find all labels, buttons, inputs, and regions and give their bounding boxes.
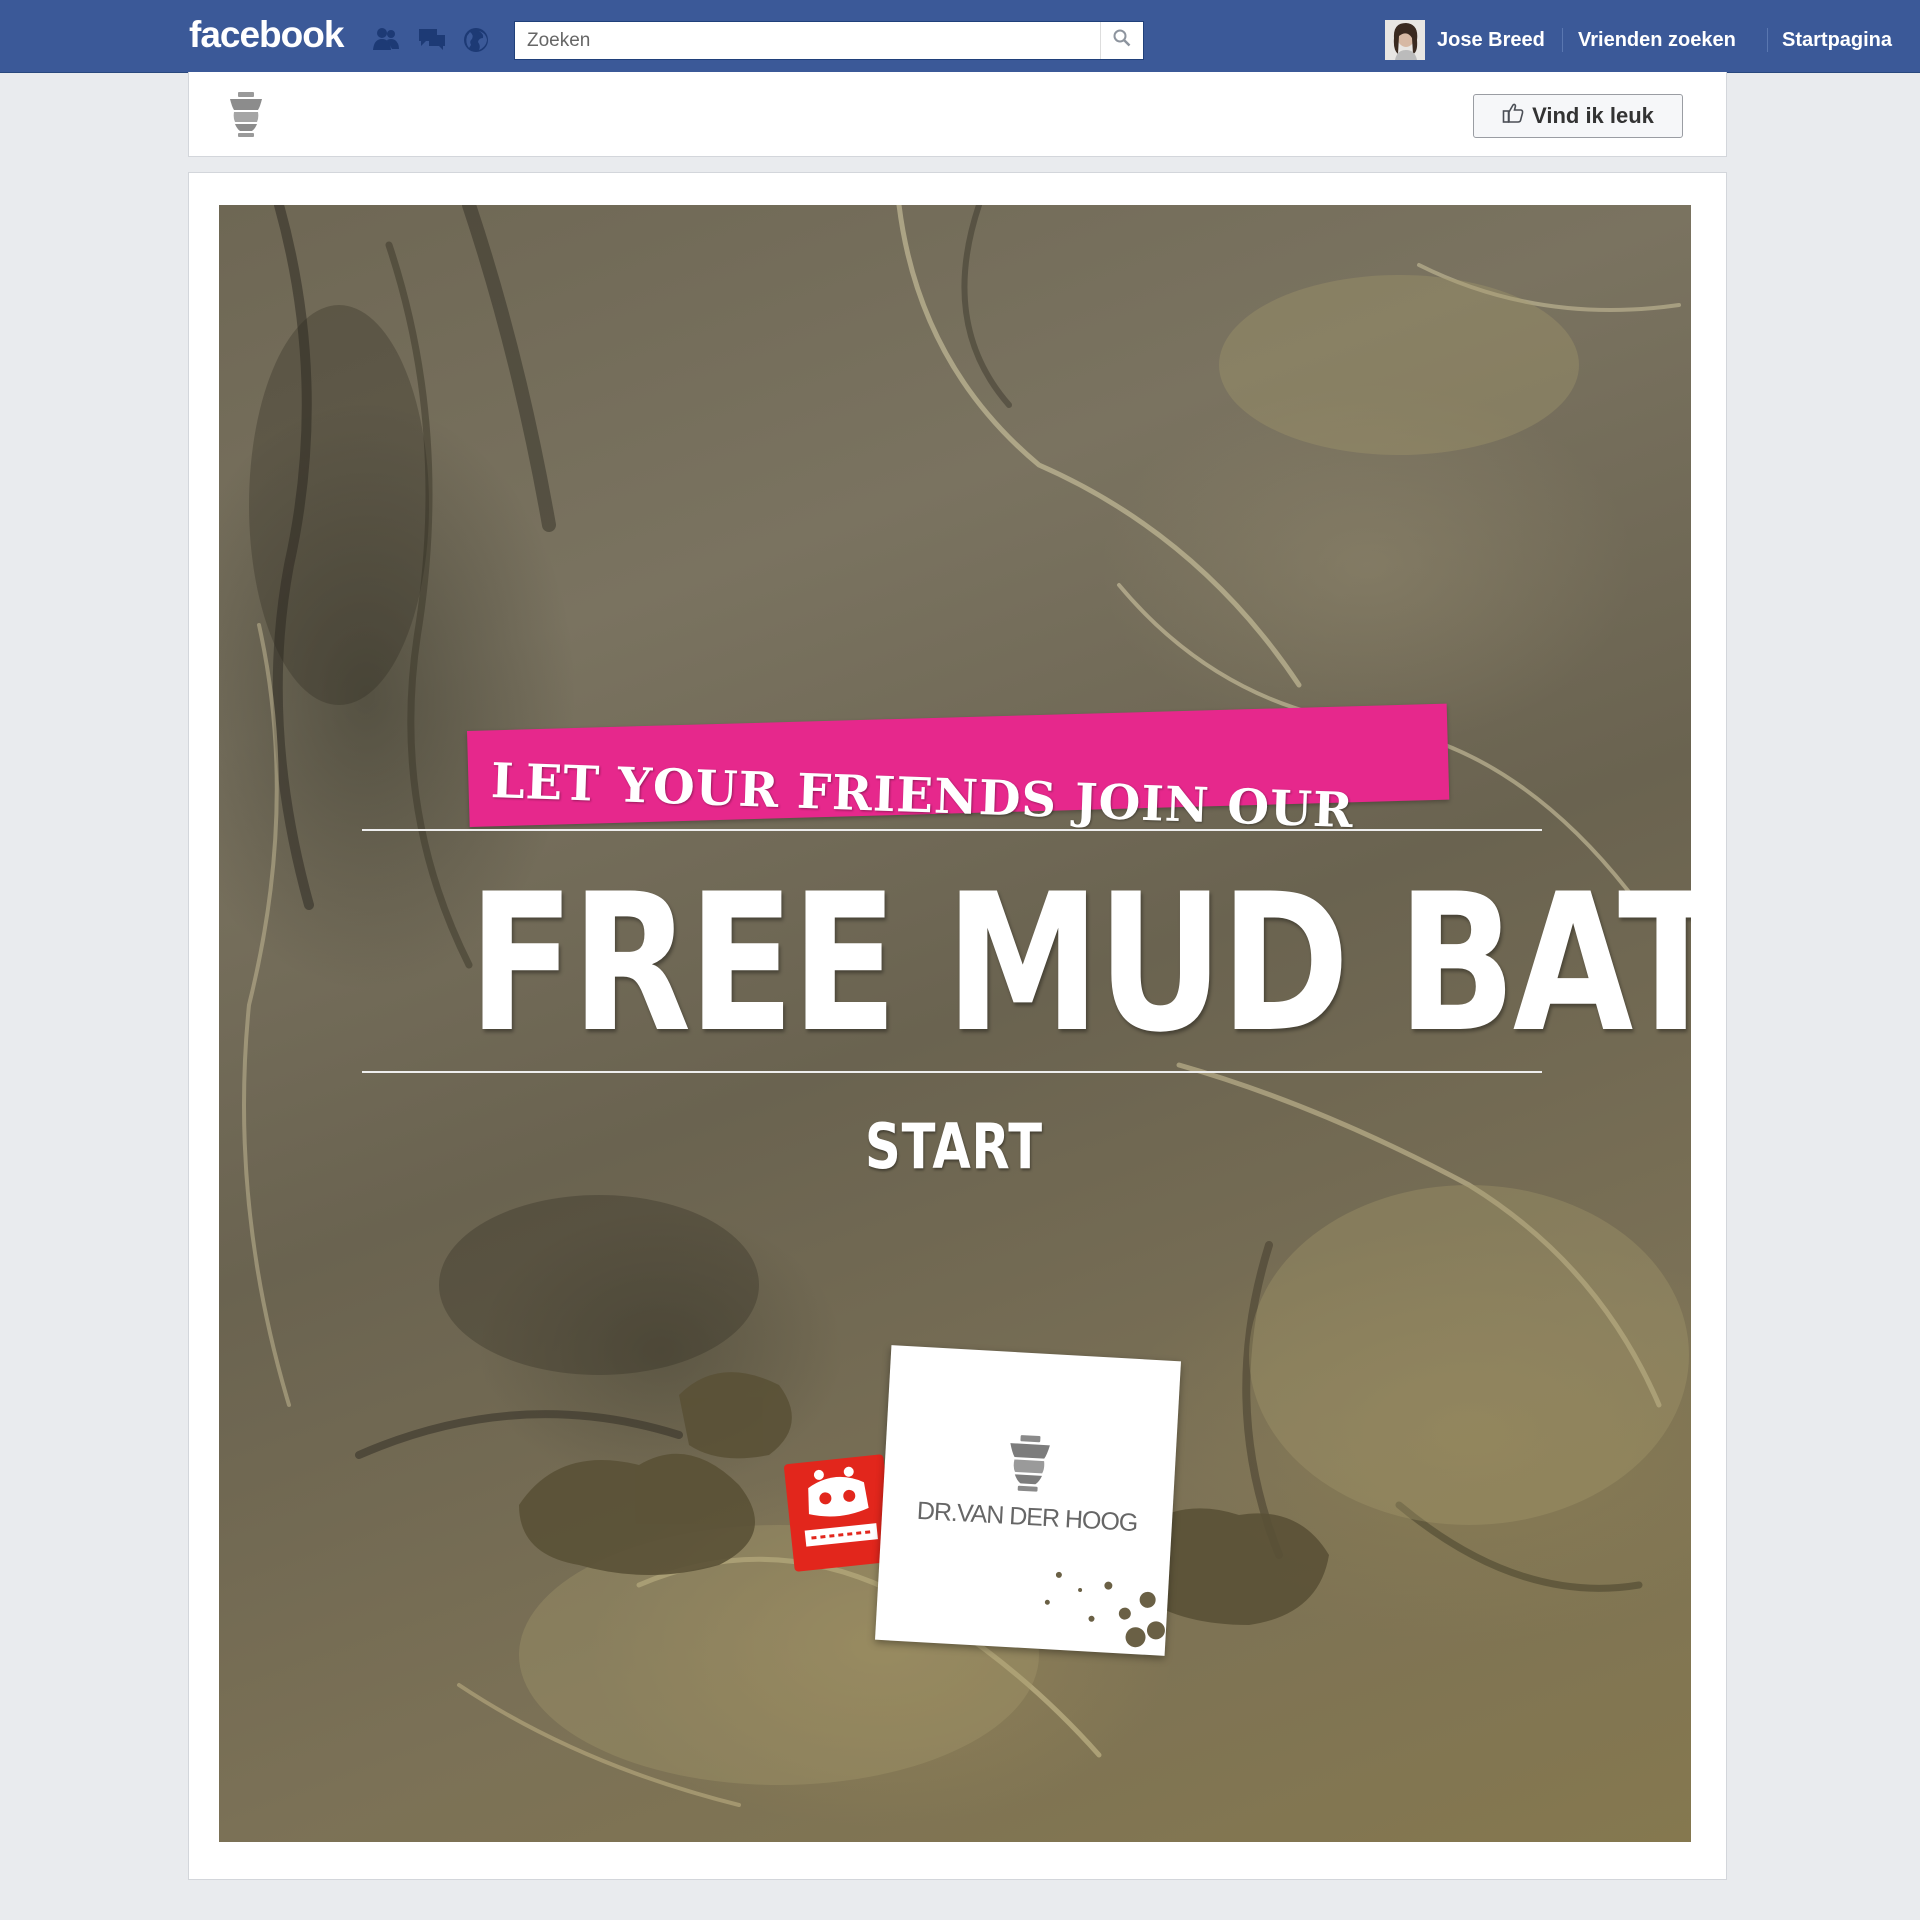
search-icon (1113, 29, 1131, 52)
mud-bath-canvas: LET YOUR FRIENDS JOIN OUR FREE MUD BATHS… (219, 205, 1691, 1842)
find-friends-link[interactable]: Vrienden zoeken (1578, 29, 1736, 52)
search-box (514, 21, 1144, 60)
user-avatar[interactable] (1385, 20, 1425, 60)
urn-logo-icon (1001, 1434, 1056, 1500)
brand-logo-text: DR.VAN DER HOOG (916, 1496, 1139, 1538)
messages-icon[interactable] (417, 26, 445, 52)
thumbs-up-icon (1502, 102, 1524, 130)
nav-divider (1767, 28, 1768, 52)
search-button[interactable] (1100, 22, 1143, 59)
top-rule (362, 829, 1542, 831)
app-card: LET YOUR FRIENDS JOIN OUR FREE MUD BATHS… (188, 172, 1727, 1880)
nav-divider (1562, 28, 1563, 52)
bottom-rule (362, 1071, 1542, 1073)
urn-logo-icon[interactable] (225, 92, 267, 143)
robot-badge (783, 1454, 895, 1572)
mud-specks (1044, 1571, 1165, 1648)
search-input[interactable] (515, 22, 1100, 59)
facebook-logo[interactable]: facebook (189, 14, 344, 56)
like-button[interactable]: Vind ik leuk (1473, 94, 1683, 138)
like-button-label: Vind ik leuk (1532, 103, 1654, 128)
page-header: Vind ik leuk (188, 72, 1727, 157)
friend-requests-icon[interactable] (372, 26, 399, 52)
start-button[interactable]: START (846, 1110, 1062, 1183)
notifications-globe-icon[interactable] (462, 26, 488, 52)
profile-link[interactable]: Jose Breed (1437, 29, 1545, 52)
facebook-topbar: facebook Jose Breed Vrienden zoeken Star… (0, 0, 1920, 73)
home-link[interactable]: Startpagina (1782, 29, 1892, 52)
headline: FREE MUD BATHS (468, 853, 1691, 1074)
brand-logo-card: DR.VAN DER HOOG (874, 1345, 1182, 1656)
